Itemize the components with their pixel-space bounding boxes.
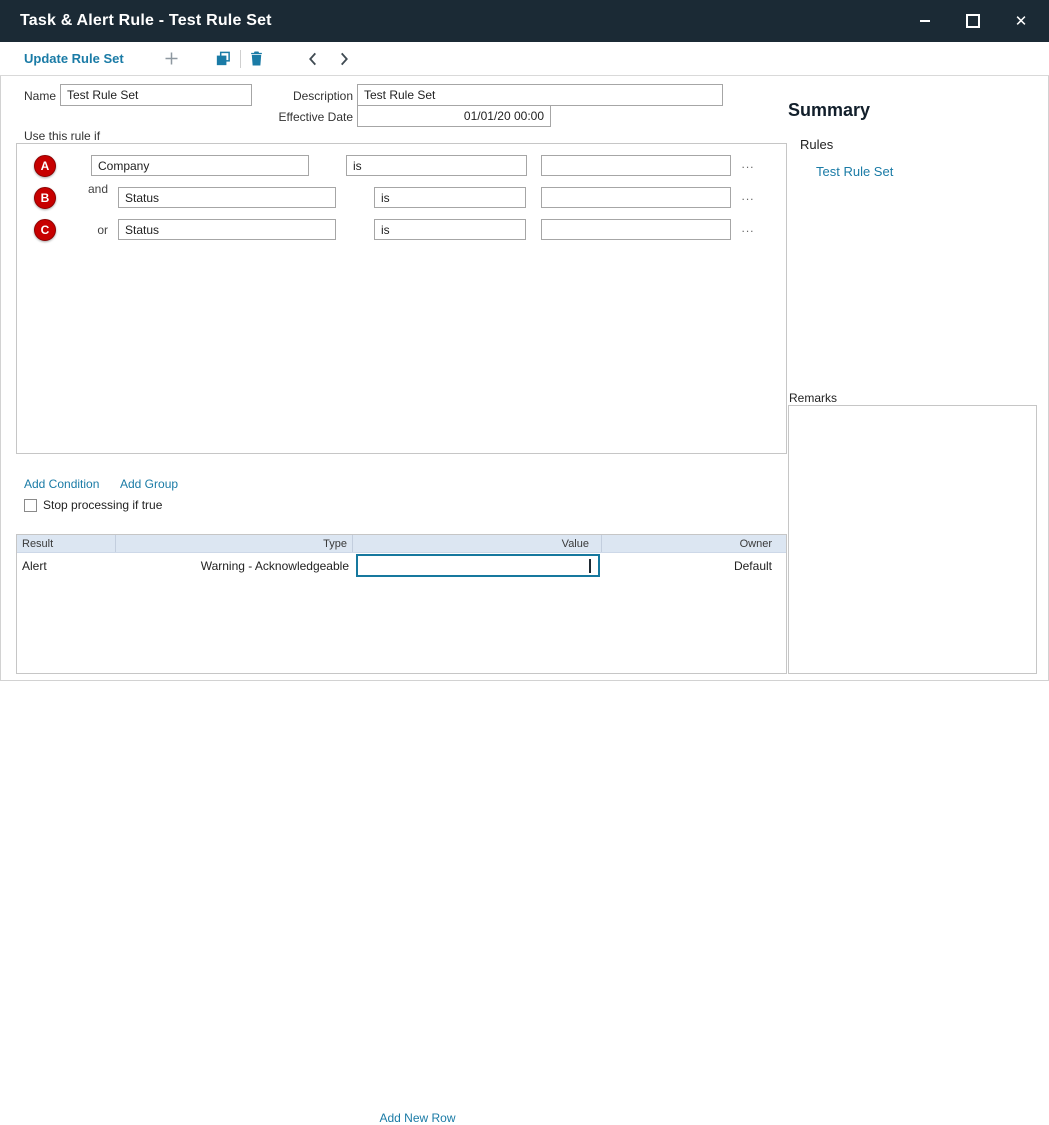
condition-badge-b: B <box>34 187 56 209</box>
value-column-header: Value <box>353 535 602 552</box>
condition-c-field-input[interactable] <box>118 219 336 240</box>
task-alert-rule-window: { "window": { "title": "Task & Alert Rul… <box>0 0 1049 681</box>
use-this-rule-if-label: Use this rule if <box>24 129 100 143</box>
copy-icon <box>216 51 231 66</box>
condition-a-more-button[interactable]: ... <box>737 155 759 173</box>
condition-a-value-input[interactable] <box>541 155 731 176</box>
stop-processing-row: Stop processing if true <box>24 498 162 512</box>
value-cell <box>353 553 602 579</box>
value-input[interactable] <box>356 554 600 577</box>
add-condition-link[interactable]: Add Condition <box>24 477 99 491</box>
next-button[interactable] <box>333 47 357 71</box>
results-header-row: Result Type Value Owner <box>17 535 786 553</box>
plus-icon <box>164 51 179 66</box>
stop-processing-checkbox[interactable] <box>24 499 37 512</box>
results-panel: Result Type Value Owner Alert Warning - … <box>16 534 787 674</box>
condition-c-operator-input[interactable] <box>374 219 526 240</box>
condition-badge-a: A <box>34 155 56 177</box>
add-button[interactable] <box>160 47 184 71</box>
minimize-button[interactable] <box>901 0 949 42</box>
chevron-right-icon <box>340 52 349 66</box>
condition-b-operator-input[interactable] <box>374 187 526 208</box>
owner-column-header: Owner <box>602 535 786 552</box>
effective-date-label: Effective Date <box>200 110 353 124</box>
effective-date-input[interactable] <box>357 105 551 127</box>
previous-button[interactable] <box>301 47 325 71</box>
conditions-panel: A ... and B ... or C ... <box>16 143 787 454</box>
condition-c-value-input[interactable] <box>541 219 731 240</box>
condition-b-field-input[interactable] <box>118 187 336 208</box>
description-input[interactable] <box>357 84 723 106</box>
text-caret <box>589 559 591 573</box>
toolbar: Update Rule Set <box>0 42 1049 76</box>
condition-a-field-input[interactable] <box>91 155 309 176</box>
titlebar: Task & Alert Rule - Test Rule Set ✕ <box>0 0 1049 42</box>
add-new-row-link[interactable]: Add New Row <box>379 1111 455 1125</box>
rules-label: Rules <box>800 137 833 152</box>
condition-b-conjunction: and <box>55 182 108 196</box>
result-cell: Alert <box>17 559 116 573</box>
minimize-icon <box>920 20 930 22</box>
close-button[interactable]: ✕ <box>997 0 1045 42</box>
description-label: Description <box>200 89 353 103</box>
condition-row-c: or C ... <box>17 219 786 241</box>
result-column-header: Result <box>17 535 116 552</box>
condition-a-operator-input[interactable] <box>346 155 527 176</box>
table-row: Alert Warning - Acknowledgeable Default <box>17 553 786 579</box>
remarks-textarea[interactable] <box>788 405 1037 674</box>
condition-c-more-button[interactable]: ... <box>737 219 759 237</box>
window-title: Task & Alert Rule - Test Rule Set <box>20 12 272 30</box>
delete-button[interactable] <box>245 47 269 71</box>
maximize-icon <box>966 14 980 28</box>
condition-b-value-input[interactable] <box>541 187 731 208</box>
update-rule-set-button[interactable]: Update Rule Set <box>24 51 124 66</box>
stop-processing-label: Stop processing if true <box>43 498 162 512</box>
add-group-link[interactable]: Add Group <box>120 477 178 491</box>
type-column-header: Type <box>116 535 353 552</box>
copy-button[interactable] <box>212 47 236 71</box>
chevron-left-icon <box>308 52 317 66</box>
add-new-row-container: Add New Row <box>33 1111 802 1125</box>
window-controls: ✕ <box>901 0 1045 42</box>
toolbar-divider <box>240 50 241 68</box>
trash-icon <box>250 51 263 66</box>
owner-cell[interactable]: Default <box>602 559 786 573</box>
close-icon: ✕ <box>1015 12 1028 30</box>
condition-b-more-button[interactable]: ... <box>737 187 759 205</box>
remarks-label: Remarks <box>789 391 837 405</box>
name-label: Name <box>0 89 56 103</box>
condition-row-a: A ... <box>17 155 786 177</box>
maximize-button[interactable] <box>949 0 997 42</box>
type-cell[interactable]: Warning - Acknowledgeable <box>116 559 353 573</box>
summary-title: Summary <box>788 100 870 121</box>
condition-row-b: and B ... <box>17 187 786 209</box>
condition-c-conjunction: or <box>55 223 108 237</box>
condition-badge-c: C <box>34 219 56 241</box>
summary-rule-link[interactable]: Test Rule Set <box>816 164 893 179</box>
